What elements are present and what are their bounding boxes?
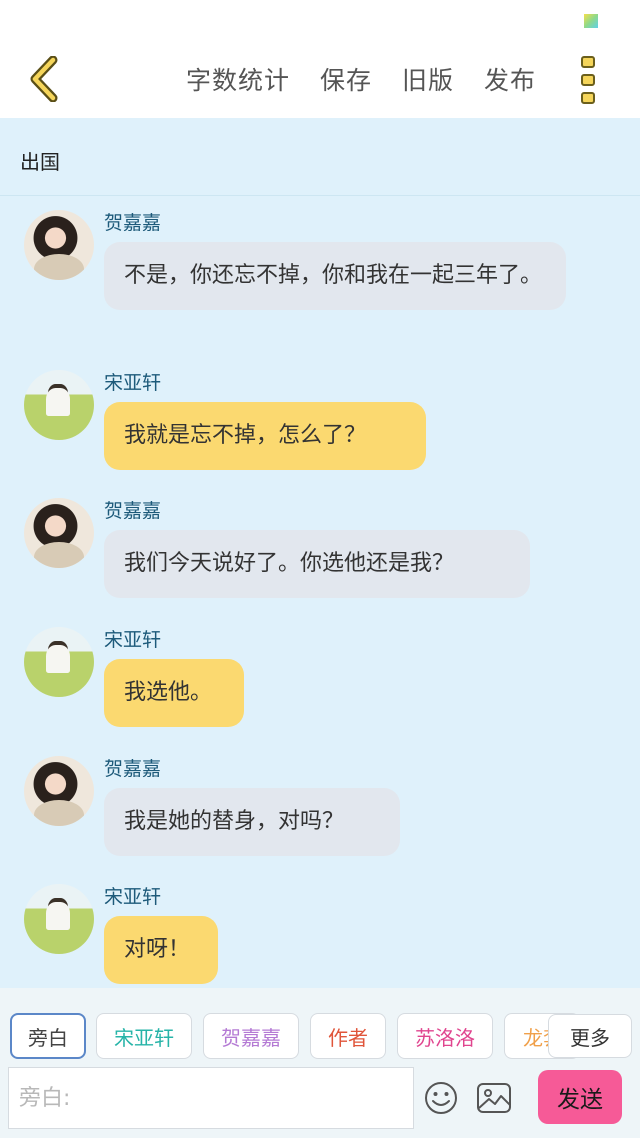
message-bubble[interactable]: 对呀！ bbox=[104, 916, 218, 984]
speaker-name: 宋亚轩 bbox=[104, 629, 162, 651]
menu-dot bbox=[581, 74, 595, 86]
message-bubble[interactable]: 我是她的替身，对吗？ bbox=[104, 788, 400, 856]
back-button[interactable] bbox=[20, 54, 68, 104]
more-vertical-icon[interactable] bbox=[576, 54, 600, 106]
message-bubble[interactable]: 我们今天说好了。你选他还是我？ bbox=[104, 530, 530, 598]
image-icon[interactable] bbox=[476, 1081, 512, 1115]
menu-dot bbox=[581, 92, 595, 104]
chevron-left-icon bbox=[30, 56, 58, 102]
speaker-name: 贺嘉嘉 bbox=[104, 212, 162, 234]
speaker-name: 贺嘉嘉 bbox=[104, 758, 162, 780]
word-count-button[interactable]: 字数统计 bbox=[186, 61, 290, 97]
message-bubble[interactable]: 我就是忘不掉，怎么了？ bbox=[104, 402, 426, 470]
avatar[interactable] bbox=[24, 370, 94, 440]
role-label: 贺嘉嘉 bbox=[221, 1025, 281, 1050]
role-he-jiajia[interactable]: 贺嘉嘉 bbox=[203, 1013, 299, 1059]
avatar[interactable] bbox=[24, 210, 94, 280]
send-button[interactable]: 发送 bbox=[538, 1070, 622, 1124]
toolbar-actions: 字数统计 保存 旧版 发布 bbox=[156, 40, 536, 118]
speaker-name: 宋亚轩 bbox=[104, 372, 162, 394]
more-roles-button[interactable]: 更多 bbox=[548, 1014, 632, 1058]
message-bubble[interactable]: 不是，你还忘不掉，你和我在一起三年了。 bbox=[104, 242, 566, 310]
toolbar: 字数统计 保存 旧版 发布 bbox=[0, 40, 640, 118]
role-selector: 旁白 宋亚轩 贺嘉嘉 作者 苏洛洛 龙套 更多 bbox=[0, 988, 640, 1064]
avatar[interactable] bbox=[24, 756, 94, 826]
speaker-name: 宋亚轩 bbox=[104, 886, 162, 908]
message-input[interactable] bbox=[8, 1067, 414, 1129]
input-row: 发送 bbox=[0, 1064, 640, 1138]
save-button[interactable]: 保存 bbox=[320, 61, 372, 97]
role-narration[interactable]: 旁白 bbox=[10, 1013, 86, 1059]
smiley-icon[interactable] bbox=[424, 1081, 458, 1115]
avatar[interactable] bbox=[24, 627, 94, 697]
publish-button[interactable]: 发布 bbox=[484, 61, 536, 97]
role-label: 苏洛洛 bbox=[415, 1025, 475, 1050]
status-bar bbox=[0, 0, 640, 40]
battery-icon bbox=[584, 14, 598, 28]
menu-dot bbox=[581, 56, 595, 68]
composer: 旁白 宋亚轩 贺嘉嘉 作者 苏洛洛 龙套 更多 发送 bbox=[0, 988, 640, 1138]
role-author[interactable]: 作者 bbox=[310, 1013, 386, 1059]
chapter-title-row[interactable]: 出国 bbox=[0, 118, 640, 196]
role-su-luoluo[interactable]: 苏洛洛 bbox=[397, 1013, 493, 1059]
avatar[interactable] bbox=[24, 884, 94, 954]
role-label: 作者 bbox=[328, 1025, 368, 1050]
speaker-name: 贺嘉嘉 bbox=[104, 500, 162, 522]
role-song-yaxuan[interactable]: 宋亚轩 bbox=[96, 1013, 192, 1059]
message-list[interactable]: 贺嘉嘉 不是，你还忘不掉，你和我在一起三年了。 宋亚轩 我就是忘不掉，怎么了？ … bbox=[0, 196, 640, 988]
role-label: 旁白 bbox=[28, 1025, 68, 1050]
old-version-button[interactable]: 旧版 bbox=[402, 61, 454, 97]
avatar[interactable] bbox=[24, 498, 94, 568]
chapter-title: 出国 bbox=[20, 150, 60, 174]
role-label: 宋亚轩 bbox=[114, 1025, 174, 1050]
message-bubble[interactable]: 我选他。 bbox=[104, 659, 244, 727]
